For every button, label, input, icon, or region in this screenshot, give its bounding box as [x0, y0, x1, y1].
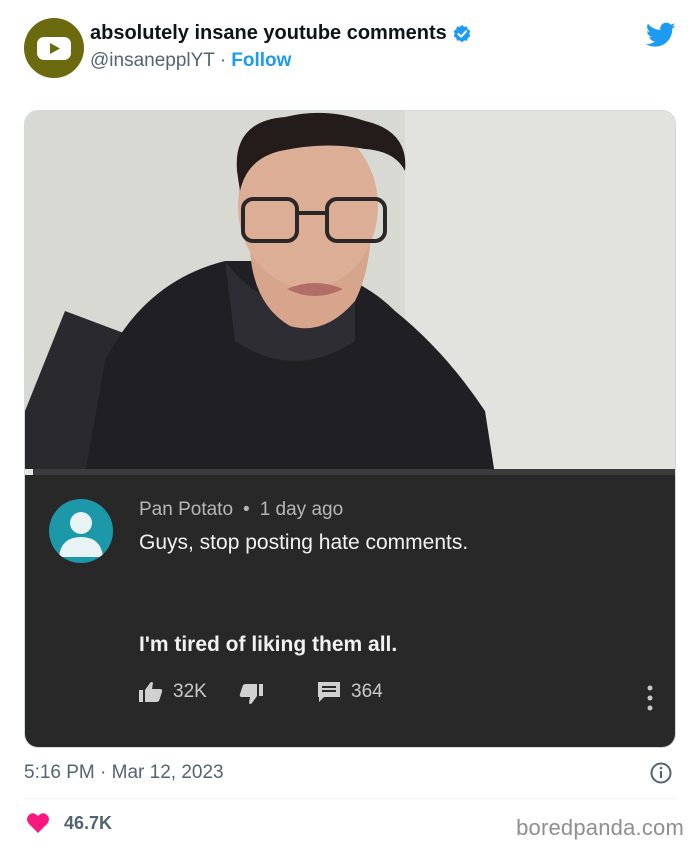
like-tweet-button[interactable]: 46.7K	[26, 812, 112, 834]
reply-icon	[318, 682, 340, 702]
watermark: boredpanda.com	[516, 815, 684, 840]
dislike-button[interactable]	[239, 683, 263, 705]
divider	[24, 798, 676, 799]
more-vertical-icon[interactable]	[647, 685, 653, 711]
comment-author[interactable]: Pan Potato	[139, 499, 233, 521]
youtube-comment: Pan Potato • 1 day ago Guys, stop postin…	[25, 475, 675, 747]
tweet-media[interactable]: Pan Potato • 1 day ago Guys, stop postin…	[24, 110, 676, 748]
tweet-timestamp[interactable]: 5:16 PM · Mar 12, 2023	[24, 762, 224, 784]
tweet-header: absolutely insane youtube comments @insa…	[24, 18, 680, 80]
reply-count: 364	[351, 681, 383, 702]
comment-text-line-2: I'm tired of liking them all.	[139, 633, 398, 656]
info-icon[interactable]	[650, 762, 672, 784]
thumbs-down-icon	[239, 684, 263, 704]
account-name[interactable]: absolutely insane youtube comments	[90, 22, 447, 45]
heart-icon	[27, 813, 49, 833]
likes-count: 46.7K	[64, 812, 113, 833]
comment-actions: 32K 364	[139, 681, 659, 711]
reply-button[interactable]: 364	[317, 681, 383, 703]
commenter-avatar[interactable]	[49, 499, 113, 563]
account-handle[interactable]: @insanepplYT	[90, 50, 215, 72]
follow-button[interactable]: Follow	[231, 50, 291, 72]
like-button[interactable]: 32K	[139, 681, 207, 703]
youtube-icon	[37, 37, 71, 60]
meta-bullet: •	[243, 499, 250, 520]
handle-separator: ·	[219, 50, 227, 71]
account-avatar[interactable]	[24, 18, 84, 78]
thumbs-up-icon	[139, 682, 163, 702]
video-thumbnail	[25, 111, 675, 475]
comment-time[interactable]: 1 day ago	[260, 499, 343, 521]
verified-icon	[453, 24, 471, 42]
twitter-bird-icon[interactable]	[646, 22, 676, 48]
like-count: 32K	[173, 681, 207, 702]
comment-text-line-1: Guys, stop posting hate comments.	[139, 531, 469, 554]
